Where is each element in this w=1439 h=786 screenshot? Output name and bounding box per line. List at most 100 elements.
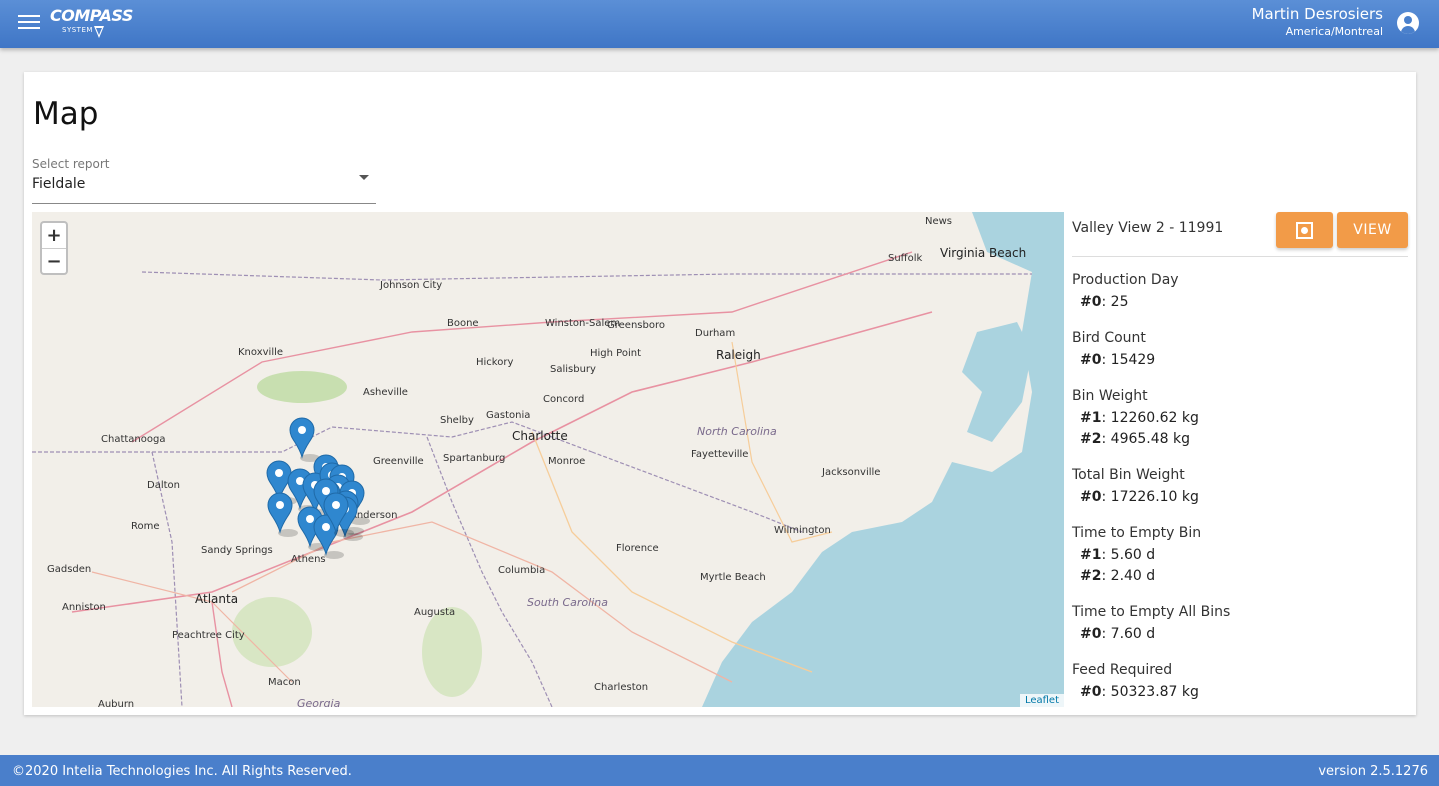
metric-value: #0: 25 [1080,294,1129,310]
city-label: Virginia Beach [940,246,1026,260]
divider [1072,256,1408,257]
metric-val: 25 [1110,294,1129,310]
metric-value: #2: 4965.48 kg [1080,431,1190,447]
city-label: Columbia [498,565,545,576]
zoom-in-button[interactable]: + [42,223,66,248]
farm-detail-panel: Valley View 2 - 11991 VIEW Production Da… [1072,212,1408,707]
city-label: Knoxville [238,347,283,358]
metric-val: 7.60 d [1110,626,1156,642]
metric-title: Time to Empty Bin [1072,525,1202,541]
logo-subtext: SYSTEM [62,26,93,34]
leaflet-attribution-link[interactable]: Leaflet [1019,694,1064,707]
city-label: Shelby [440,415,474,426]
focus-button[interactable] [1276,212,1333,248]
metric-key: #1 [1080,410,1102,426]
city-label: Greensboro [607,320,665,331]
user-info[interactable]: Martin Desrosiers America/Montreal [1252,5,1383,38]
city-label: Macon [268,677,301,688]
city-label: Jacksonville [821,467,880,478]
city-label: Myrtle Beach [700,572,766,583]
map-marker-icon[interactable] [289,417,320,462]
map-tiles[interactable]: North Carolina South Carolina Georgia Jo… [32,212,1064,707]
version-text: version 2.5.1276 [1318,764,1428,779]
highway [211,601,233,707]
city-label: Spartanburg [443,453,505,464]
state-border [591,451,803,533]
city-label: Salisbury [550,364,596,375]
city-label: Concord [543,394,584,405]
focus-target-icon [1296,222,1313,239]
metric-val: 50323.87 kg [1110,684,1199,700]
caret-down-icon [359,175,369,180]
map-view[interactable]: North Carolina South Carolina Georgia Jo… [32,212,1064,707]
city-label: Wilmington [774,525,831,536]
metric-key: #2 [1080,568,1102,584]
city-label: Gadsden [47,564,91,575]
city-label: Peachtree City [172,630,245,641]
app-header: COMPASS SYSTEM Martin Desrosiers America… [0,0,1439,48]
city-label: Chattanooga [101,434,165,445]
city-label: Anniston [62,602,106,613]
state-label: Georgia [297,697,341,707]
app-footer: ©2020 Intelia Technologies Inc. All Righ… [0,755,1439,786]
farm-title: Valley View 2 - 11991 [1072,220,1224,236]
city-label: Atlanta [195,592,238,606]
zoom-control: + − [40,221,68,275]
city-label: Greenville [373,456,424,467]
metric-val: 5.60 d [1110,547,1156,563]
logo-text: COMPASS [50,6,133,25]
metric-val: 15429 [1110,352,1156,368]
report-select[interactable]: Select report Fieldale [32,157,376,204]
metric-value: #0: 7.60 d [1080,626,1156,642]
metric-val: 4965.48 kg [1110,431,1190,447]
metric-value: #1: 5.60 d [1080,547,1156,563]
copyright-text: ©2020 Intelia Technologies Inc. All Righ… [12,764,352,779]
city-label: Charleston [594,682,648,693]
metric-val: 2.40 d [1110,568,1156,584]
metric-title: Time to Empty All Bins [1072,604,1231,620]
city-label: Rome [131,521,160,532]
city-label: Gastonia [486,410,530,421]
user-timezone: America/Montreal [1285,25,1383,38]
city-label: Hickory [476,357,513,368]
metric-key: #0 [1080,352,1102,368]
report-select-label: Select report [32,157,110,171]
park-area [257,371,347,403]
city-label: Athens [291,554,326,565]
page-title: Map [33,96,99,132]
city-label: Auburn [98,699,134,707]
city-label: Dalton [147,480,180,491]
hamburger-menu-icon[interactable] [18,15,40,31]
city-label: Fayetteville [691,449,748,460]
city-label: Monroe [548,456,585,467]
sound-water [962,322,1032,442]
city-label: Florence [616,543,659,554]
state-border [141,271,1032,281]
metric-key: #0 [1080,626,1102,642]
metric-title: Bin Weight [1072,388,1148,404]
city-label: News [925,216,952,227]
metric-key: #0 [1080,489,1102,505]
city-label: High Point [590,348,641,359]
zoom-out-button[interactable]: − [42,248,66,273]
city-label: Suffolk [888,253,922,264]
city-label: Johnson City [379,280,442,291]
city-label: Augusta [414,607,455,618]
city-label: Durham [695,328,735,339]
metric-val: 17226.10 kg [1110,489,1199,505]
logo-triangle-icon [94,26,104,38]
metric-key: #0 [1080,294,1102,310]
park-area [422,607,482,697]
marker-layer[interactable] [266,417,370,559]
compass-logo[interactable]: COMPASS SYSTEM [50,6,133,38]
metric-value: #0: 50323.87 kg [1080,684,1199,700]
user-name: Martin Desrosiers [1251,5,1383,23]
city-label: Charlotte [512,429,568,443]
metric-value: #0: 17226.10 kg [1080,489,1199,505]
report-select-value: Fieldale [32,176,86,192]
highway [731,341,833,543]
view-button[interactable]: VIEW [1337,212,1408,248]
metric-title: Bird Count [1072,330,1146,346]
account-circle-icon[interactable] [1397,12,1419,34]
metric-title: Production Day [1072,272,1179,288]
